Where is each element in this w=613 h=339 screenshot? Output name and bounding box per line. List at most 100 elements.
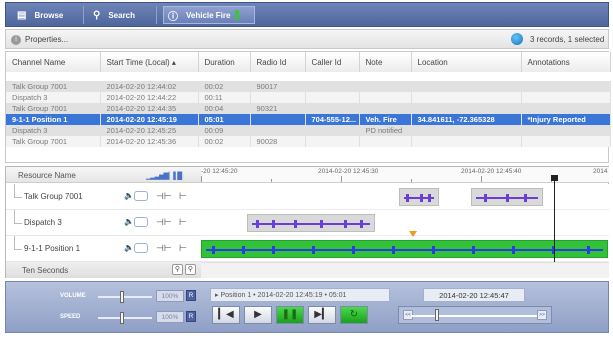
table-row[interactable]: Dispatch 3 2014-02-20 12:44:22 00:11 bbox=[6, 92, 611, 103]
cell: Talk Group 7001 bbox=[6, 103, 101, 114]
play-button[interactable]: ▶ bbox=[244, 306, 272, 324]
pause-button[interactable]: ❚❚ bbox=[276, 306, 304, 324]
record-count: 3 records, 1 selected bbox=[530, 35, 605, 44]
speed-slider[interactable] bbox=[98, 317, 152, 319]
annotation-marker-icon[interactable] bbox=[409, 231, 417, 237]
cell bbox=[305, 92, 360, 103]
audio-segment-active[interactable] bbox=[201, 240, 608, 258]
timeline-panel: Resource Name ▁▂▃▅▇ ▏▌█ -20 12:45:20 201… bbox=[5, 166, 609, 278]
waveform-blip bbox=[512, 246, 515, 254]
table-row[interactable]: Talk Group 7001 2014-02-20 12:45:36 00:0… bbox=[6, 136, 611, 147]
tab-search-label: Search bbox=[108, 10, 136, 20]
jack-icon[interactable]: ⊢ bbox=[179, 243, 187, 254]
volume-slider[interactable] bbox=[98, 296, 152, 298]
resource-row-911-position[interactable]: 9-1-1 Position 1 🔈 ⊣⊢ ⊢ bbox=[6, 236, 201, 262]
tab-vehicle-label: Vehicle Fire bbox=[186, 10, 231, 20]
resource-header: Resource Name ▁▂▃▅▇ ▏▌█ bbox=[6, 167, 201, 183]
table-spacer bbox=[6, 72, 610, 81]
info-icon: ⓘ bbox=[168, 11, 178, 23]
cell: *Injury Reported bbox=[521, 114, 611, 125]
scrub-forward-button[interactable]: >> bbox=[537, 310, 547, 320]
scrub-track[interactable] bbox=[411, 315, 539, 317]
waveform-blip bbox=[484, 194, 487, 202]
waveform-blip bbox=[352, 246, 355, 254]
tab-vehicle-fire[interactable]: ⓘ Vehicle Fire bbox=[163, 6, 255, 24]
waveform-blip bbox=[212, 246, 215, 254]
table-row[interactable]: Talk Group 7001 2014-02-20 12:44:02 00:0… bbox=[6, 81, 611, 92]
zoom-bar: Ten Seconds ⚲ ⚲ bbox=[6, 262, 201, 278]
ruler-label: 2014 bbox=[593, 168, 608, 175]
balance-icon[interactable]: ⊣⊢ bbox=[156, 191, 172, 202]
globe-icon[interactable] bbox=[511, 33, 523, 45]
waveform-blip bbox=[256, 220, 259, 228]
cell bbox=[305, 81, 360, 92]
speaker-dropdown[interactable]: 🔈 bbox=[124, 243, 148, 253]
tab-browse[interactable]: ▤ Browse bbox=[12, 6, 84, 24]
waveform bbox=[206, 249, 603, 251]
audio-segment[interactable] bbox=[471, 188, 543, 206]
cell bbox=[411, 92, 522, 103]
timeline-lane[interactable] bbox=[201, 236, 609, 262]
resource-name: Dispatch 3 bbox=[24, 218, 62, 227]
speed-reset-button[interactable]: R bbox=[186, 311, 196, 322]
speaker-dropdown[interactable]: 🔈 bbox=[124, 191, 148, 201]
balance-icon[interactable]: ⊣⊢ bbox=[156, 217, 172, 228]
speaker-dropdown[interactable]: 🔈 bbox=[124, 217, 148, 227]
jack-icon[interactable]: ⊢ bbox=[179, 217, 187, 228]
waveform bbox=[252, 223, 370, 225]
cell: PD notified bbox=[359, 125, 412, 136]
table-row-selected[interactable]: 9-1-1 Position 1 2014-02-20 12:45:19 05:… bbox=[6, 114, 611, 125]
cell: 90017 bbox=[250, 81, 306, 92]
loop-button[interactable]: ↻ bbox=[340, 306, 368, 324]
audio-segment[interactable] bbox=[399, 188, 439, 206]
cell bbox=[359, 136, 412, 147]
cell: 2014-02-20 12:44:22 bbox=[100, 92, 199, 103]
tab-search[interactable]: ⚲ Search bbox=[87, 6, 157, 24]
timeline-lane[interactable] bbox=[201, 210, 609, 236]
col-header-annotations[interactable]: Annotations bbox=[521, 52, 611, 72]
table-row[interactable]: Dispatch 3 2014-02-20 12:45:25 00:09 PD … bbox=[6, 125, 611, 136]
col-header-channel-name[interactable]: Channel Name bbox=[6, 52, 101, 72]
chevron-down-icon bbox=[133, 243, 148, 253]
volume-slider-knob[interactable] bbox=[120, 291, 124, 303]
zoom-out-icon[interactable]: ⚲ bbox=[185, 264, 196, 275]
player-controls: VOLUME 100% R SPEED 100% R ▸ Position 1 … bbox=[5, 281, 609, 333]
timeline-scrollbar[interactable] bbox=[201, 262, 609, 278]
jack-icon[interactable]: ⊢ bbox=[179, 191, 187, 202]
balance-icon[interactable]: ⊣⊢ bbox=[156, 243, 172, 254]
previous-button[interactable]: ▎◀ bbox=[212, 306, 240, 324]
waveform-blip bbox=[472, 246, 475, 254]
waveform-blip bbox=[360, 220, 363, 228]
col-header-start-time[interactable]: Start Time (Local) ▴ bbox=[100, 52, 199, 72]
tree-connector bbox=[14, 236, 22, 250]
next-button[interactable]: ▶▎ bbox=[308, 306, 336, 324]
col-header-location[interactable]: Location bbox=[411, 52, 522, 72]
col-header-radio-id[interactable]: Radio Id bbox=[250, 52, 306, 72]
waveform-blip bbox=[524, 194, 527, 202]
properties-link[interactable]: Properties... bbox=[25, 35, 68, 44]
speed-slider-knob[interactable] bbox=[120, 312, 124, 324]
ruler-label: 2014-02-20 12:45:30 bbox=[318, 168, 379, 175]
col-header-note[interactable]: Note bbox=[359, 52, 412, 72]
cell: 2014-02-20 12:45:19 bbox=[100, 114, 199, 125]
speed-label: SPEED bbox=[60, 314, 81, 320]
resource-row-talk-group[interactable]: Talk Group 7001 🔈 ⊣⊢ ⊢ bbox=[6, 184, 201, 210]
cell bbox=[305, 125, 360, 136]
zoom-in-icon[interactable]: ⚲ bbox=[172, 264, 183, 275]
cell bbox=[521, 92, 611, 103]
table-row[interactable]: Talk Group 7001 2014-02-20 12:44:35 00:0… bbox=[6, 103, 611, 114]
volume-reset-button[interactable]: R bbox=[186, 290, 196, 301]
col-header-duration[interactable]: Duration bbox=[198, 52, 251, 72]
chevron-down-icon bbox=[133, 217, 148, 227]
cell: 2014-02-20 12:45:36 bbox=[100, 136, 199, 147]
resource-row-dispatch[interactable]: Dispatch 3 🔈 ⊣⊢ ⊢ bbox=[6, 210, 201, 236]
cell bbox=[521, 125, 611, 136]
col-header-caller-id[interactable]: Caller Id bbox=[305, 52, 360, 72]
scrub-knob[interactable] bbox=[435, 309, 439, 321]
time-ruler[interactable]: -20 12:45:20 2014-02-20 12:45:30 2014-02… bbox=[201, 167, 609, 183]
info-icon[interactable]: i bbox=[11, 35, 21, 45]
now-playing-text: Position 1 • 2014-02-20 12:45:19 • 05:01 bbox=[220, 292, 347, 299]
timeline-lane[interactable] bbox=[201, 184, 609, 210]
audio-segment[interactable] bbox=[247, 214, 375, 232]
scrub-bar[interactable]: << >> bbox=[398, 306, 552, 324]
